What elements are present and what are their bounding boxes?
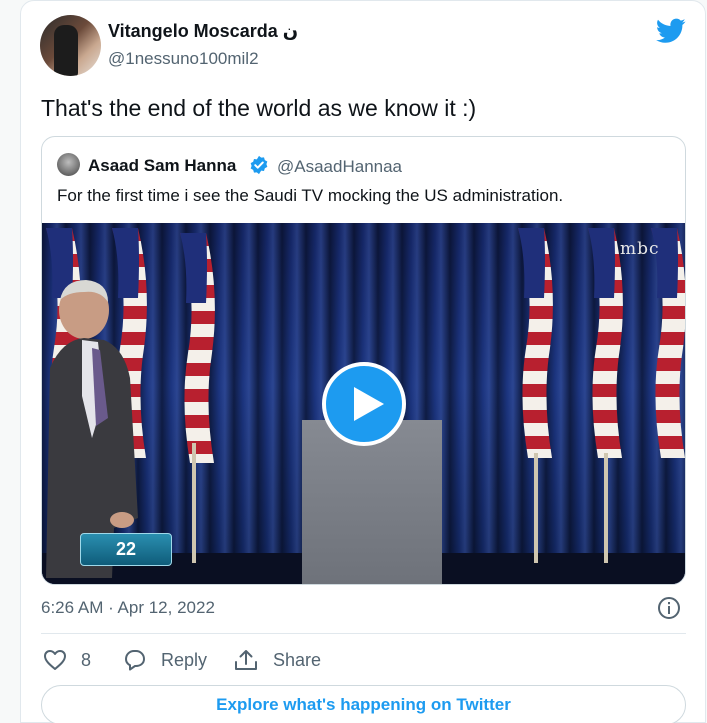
us-flag-right-1 [518,228,553,458]
tweet-text: That's the end of the world as we know i… [41,95,477,121]
share-button[interactable]: Share [233,646,321,674]
reply-label: Reply [161,649,208,670]
quoted-author-display-name[interactable]: Asaad Sam Hanna [88,156,236,176]
share-icon [235,650,257,670]
author-username[interactable]: @1nessuno100mil2 [108,49,259,69]
video-player[interactable]: mbc 22 [42,223,685,584]
us-flag-left-3 [180,233,215,463]
reply-button[interactable]: Reply [123,646,207,674]
tweet-card: Vitangelo Moscarda ن @1nessuno100mil2 Th… [20,0,706,723]
divider [41,633,686,634]
reply-bubble-icon [125,650,145,671]
author-avatar[interactable] [40,15,101,76]
like-button[interactable]: 8 [43,646,91,674]
quoted-author-username[interactable]: @AsaadHannaa [277,157,402,177]
explore-twitter-button[interactable]: Explore what's happening on Twitter [41,685,686,723]
info-icon[interactable] [657,596,681,620]
us-flag-right-3 [651,228,685,458]
share-label: Share [273,649,322,670]
station-logo: mbc [620,239,660,259]
twitter-bird-icon[interactable] [656,18,686,44]
us-flag-right-2 [588,228,623,458]
verified-badge-icon [250,155,268,175]
play-button[interactable] [322,362,406,446]
heart-icon [44,650,66,670]
author-display-name[interactable]: Vitangelo Moscarda ن [108,21,298,42]
show-badge: 22 [80,533,172,566]
quoted-author-avatar[interactable] [57,153,80,176]
like-count: 8 [81,649,92,670]
tweet-timestamp[interactable]: 6:26 AM · Apr 12, 2022 [41,598,215,618]
quoted-tweet[interactable]: Asaad Sam Hanna @AsaadHannaa For the fir… [41,136,686,585]
quoted-tweet-text: For the first time i see the Saudi TV mo… [57,186,564,205]
play-icon [354,387,384,421]
